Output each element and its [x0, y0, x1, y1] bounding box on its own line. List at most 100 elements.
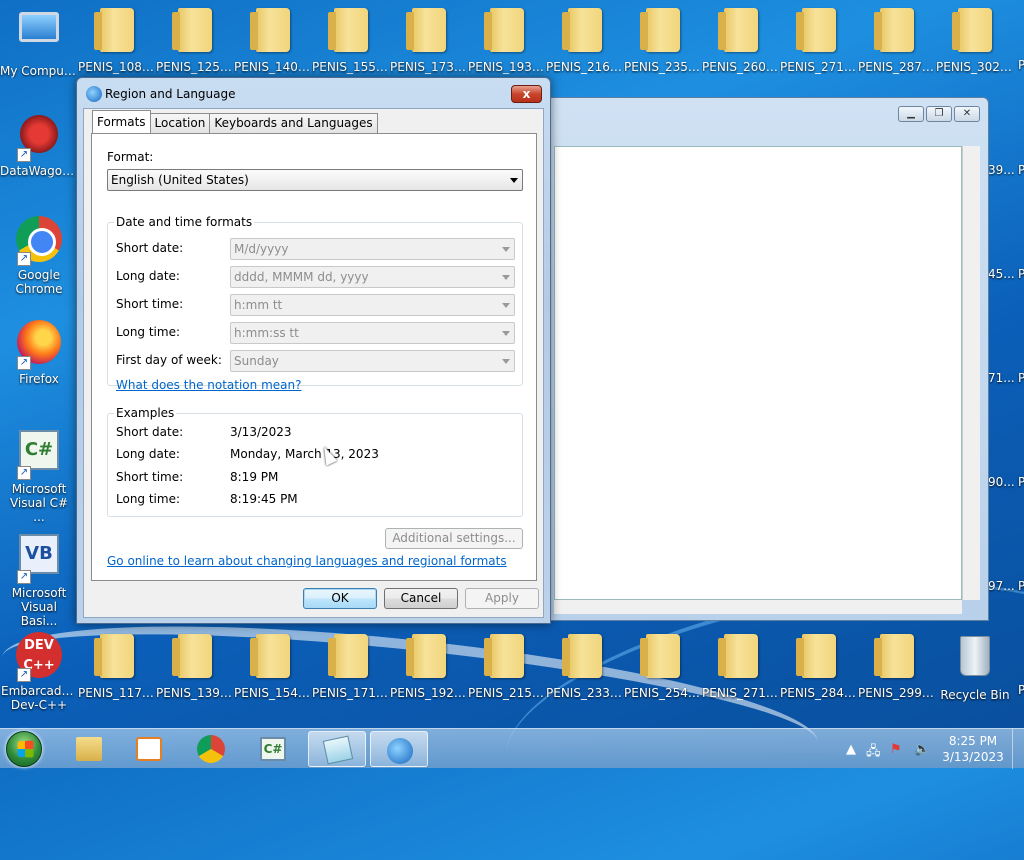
edge-label: P — [1018, 371, 1024, 385]
desktop-icon-firefox[interactable]: ↗ Firefox — [0, 320, 78, 386]
desktop-folder[interactable]: PENIS_2163... — [546, 6, 624, 74]
desktop-folder[interactable]: PENIS_2151... — [468, 632, 546, 700]
desktop-folder-label: PENIS_1409... — [234, 60, 312, 74]
desktop-folder[interactable]: PENIS_2871... — [858, 6, 936, 74]
edge-label: P — [1018, 58, 1024, 72]
taskbar-region-language[interactable] — [370, 731, 428, 767]
desktop-folder-label: PENIS_1932... — [468, 60, 546, 74]
desktop-folder[interactable]: PENIS_1555... — [312, 6, 390, 74]
desktop-icon-dev-cpp[interactable]: DEV C++ ↗ Embarcadero Dev-C++ — [0, 632, 78, 712]
desktop-folder[interactable]: PENIS_2358... — [624, 6, 702, 74]
folder-icon — [639, 8, 687, 56]
desktop-folder[interactable]: PENIS_2997... — [858, 632, 936, 700]
close-button[interactable]: ✕ — [954, 106, 980, 122]
desktop-folder[interactable]: PENIS_1716... — [312, 632, 390, 700]
desktop-folder[interactable]: PENIS_2845... — [780, 632, 858, 700]
minimize-button[interactable]: ▁ — [898, 106, 924, 122]
first-day-of-week-value: Sunday — [234, 354, 279, 368]
folder-icon — [795, 634, 843, 682]
long-time-dropdown[interactable]: h:mm:ss tt — [230, 322, 515, 344]
desktop-folder[interactable]: PENIS_1086... — [78, 6, 156, 74]
edge-label: 39... — [988, 163, 1015, 177]
action-center-flag-icon[interactable]: ⚑ — [890, 742, 902, 757]
desktop-icon-datawagon[interactable]: ↗ DataWagon... — [0, 112, 78, 178]
desktop-folder-label: PENIS_2713... — [780, 60, 858, 74]
desktop-folder[interactable]: PENIS_2609... — [702, 6, 780, 74]
folder-icon — [951, 8, 999, 56]
example-long-time-label: Long time: — [116, 492, 181, 506]
vertical-scrollbar[interactable] — [962, 146, 980, 600]
desktop-icon-visual-csharp[interactable]: C# ↗ Microsoft Visual C# ... — [0, 428, 78, 524]
ok-button[interactable]: OK — [303, 588, 377, 609]
notation-help-link[interactable]: What does the notation mean? — [116, 378, 301, 392]
folder-icon — [249, 8, 297, 56]
desktop-folder-label: PENIS_2151... — [468, 686, 546, 700]
long-date-dropdown[interactable]: dddd, MMMM dd, yyyy — [230, 266, 515, 288]
dialog-close-button[interactable]: x — [511, 85, 542, 103]
desktop-icon-recycle-bin[interactable]: Recycle Bin — [936, 632, 1014, 702]
window-content-area[interactable] — [554, 146, 962, 600]
dialog-body: Formats Location Keyboards and Languages… — [83, 108, 544, 618]
background-window[interactable]: ▁ ❐ ✕ — [545, 97, 989, 621]
edge-label: 45... — [988, 267, 1015, 281]
desktop-folder[interactable]: PENIS_1251... — [156, 6, 234, 74]
clock-date: 3/13/2023 — [942, 750, 1004, 764]
desktop-folder[interactable]: PENIS_2330... — [546, 632, 624, 700]
desktop-folder[interactable]: PENIS_2713... — [702, 632, 780, 700]
taskbar-media-player[interactable] — [120, 731, 178, 767]
group-label: Date and time formats — [114, 215, 255, 229]
taskbar-explorer[interactable] — [60, 731, 118, 767]
edge-label: P — [1018, 267, 1024, 281]
desktop-folder[interactable]: PENIS_1170... — [78, 632, 156, 700]
desktop-icon-label: Microsoft Visual Basi... — [11, 586, 67, 628]
system-clock[interactable]: 8:25 PM 3/13/2023 — [934, 733, 1012, 765]
maximize-button[interactable]: ❐ — [926, 106, 952, 122]
media-player-icon — [136, 737, 162, 761]
folder-icon — [76, 737, 102, 761]
show-desktop-button[interactable] — [1012, 729, 1024, 769]
csharp-icon: C# — [260, 737, 286, 761]
desktop-icon-google-chrome[interactable]: ↗ Google Chrome — [0, 216, 78, 296]
tab-location[interactable]: Location — [149, 113, 211, 133]
desktop-folder-label: PENIS_2845... — [780, 686, 858, 700]
short-date-dropdown[interactable]: M/d/yyyy — [230, 238, 515, 260]
short-time-dropdown[interactable]: h:mm tt — [230, 294, 515, 316]
example-long-date-label: Long date: — [116, 447, 180, 461]
first-day-of-week-dropdown[interactable]: Sunday — [230, 350, 515, 372]
start-button[interactable] — [6, 731, 42, 767]
tab-keyboards-languages[interactable]: Keyboards and Languages — [209, 113, 378, 133]
desktop-folder[interactable]: PENIS_1932... — [468, 6, 546, 74]
apply-button[interactable]: Apply — [465, 588, 539, 609]
format-dropdown[interactable]: English (United States) — [107, 169, 523, 191]
show-hidden-icons-icon[interactable]: ▲ — [846, 742, 856, 757]
additional-settings-button[interactable]: Additional settings... — [385, 528, 523, 549]
desktop-icon-label: Microsoft Visual C# ... — [9, 482, 69, 524]
taskbar-visual-csharp[interactable]: C# — [244, 731, 302, 767]
desktop-icon-visual-basic[interactable]: VB ↗ Microsoft Visual Basi... — [0, 532, 78, 628]
network-icon[interactable]: 🖧 — [866, 742, 881, 764]
desktop-folder[interactable]: PENIS_1920... — [390, 632, 468, 700]
desktop-icon-label: Firefox — [19, 372, 59, 386]
horizontal-scrollbar[interactable] — [554, 600, 962, 614]
volume-icon[interactable]: 🔈 — [914, 742, 930, 757]
online-help-link[interactable]: Go online to learn about changing langua… — [107, 554, 507, 568]
desktop-folder[interactable]: PENIS_3027... — [936, 6, 1014, 74]
folder-icon — [873, 8, 921, 56]
desktop-folder[interactable]: PENIS_1409... — [234, 6, 312, 74]
taskbar-chrome[interactable] — [182, 731, 240, 767]
desktop-folder[interactable]: PENIS_1731... — [390, 6, 468, 74]
tab-formats[interactable]: Formats — [92, 110, 151, 133]
edge-label: P — [1018, 475, 1024, 489]
computer-icon — [15, 12, 63, 60]
folder-icon — [405, 8, 453, 56]
desktop-folder[interactable]: PENIS_2545... — [624, 632, 702, 700]
desktop-folder[interactable]: PENIS_2713... — [780, 6, 858, 74]
folder-icon — [405, 634, 453, 682]
desktop-folder[interactable]: PENIS_1391... — [156, 632, 234, 700]
desktop-icon-my-computer[interactable]: My Computer — [0, 6, 78, 78]
chevron-down-icon — [502, 275, 510, 280]
taskbar-notepad[interactable] — [308, 731, 366, 767]
edge-label: P — [1018, 579, 1024, 593]
cancel-button[interactable]: Cancel — [384, 588, 458, 609]
desktop-folder[interactable]: PENIS_1540... — [234, 632, 312, 700]
